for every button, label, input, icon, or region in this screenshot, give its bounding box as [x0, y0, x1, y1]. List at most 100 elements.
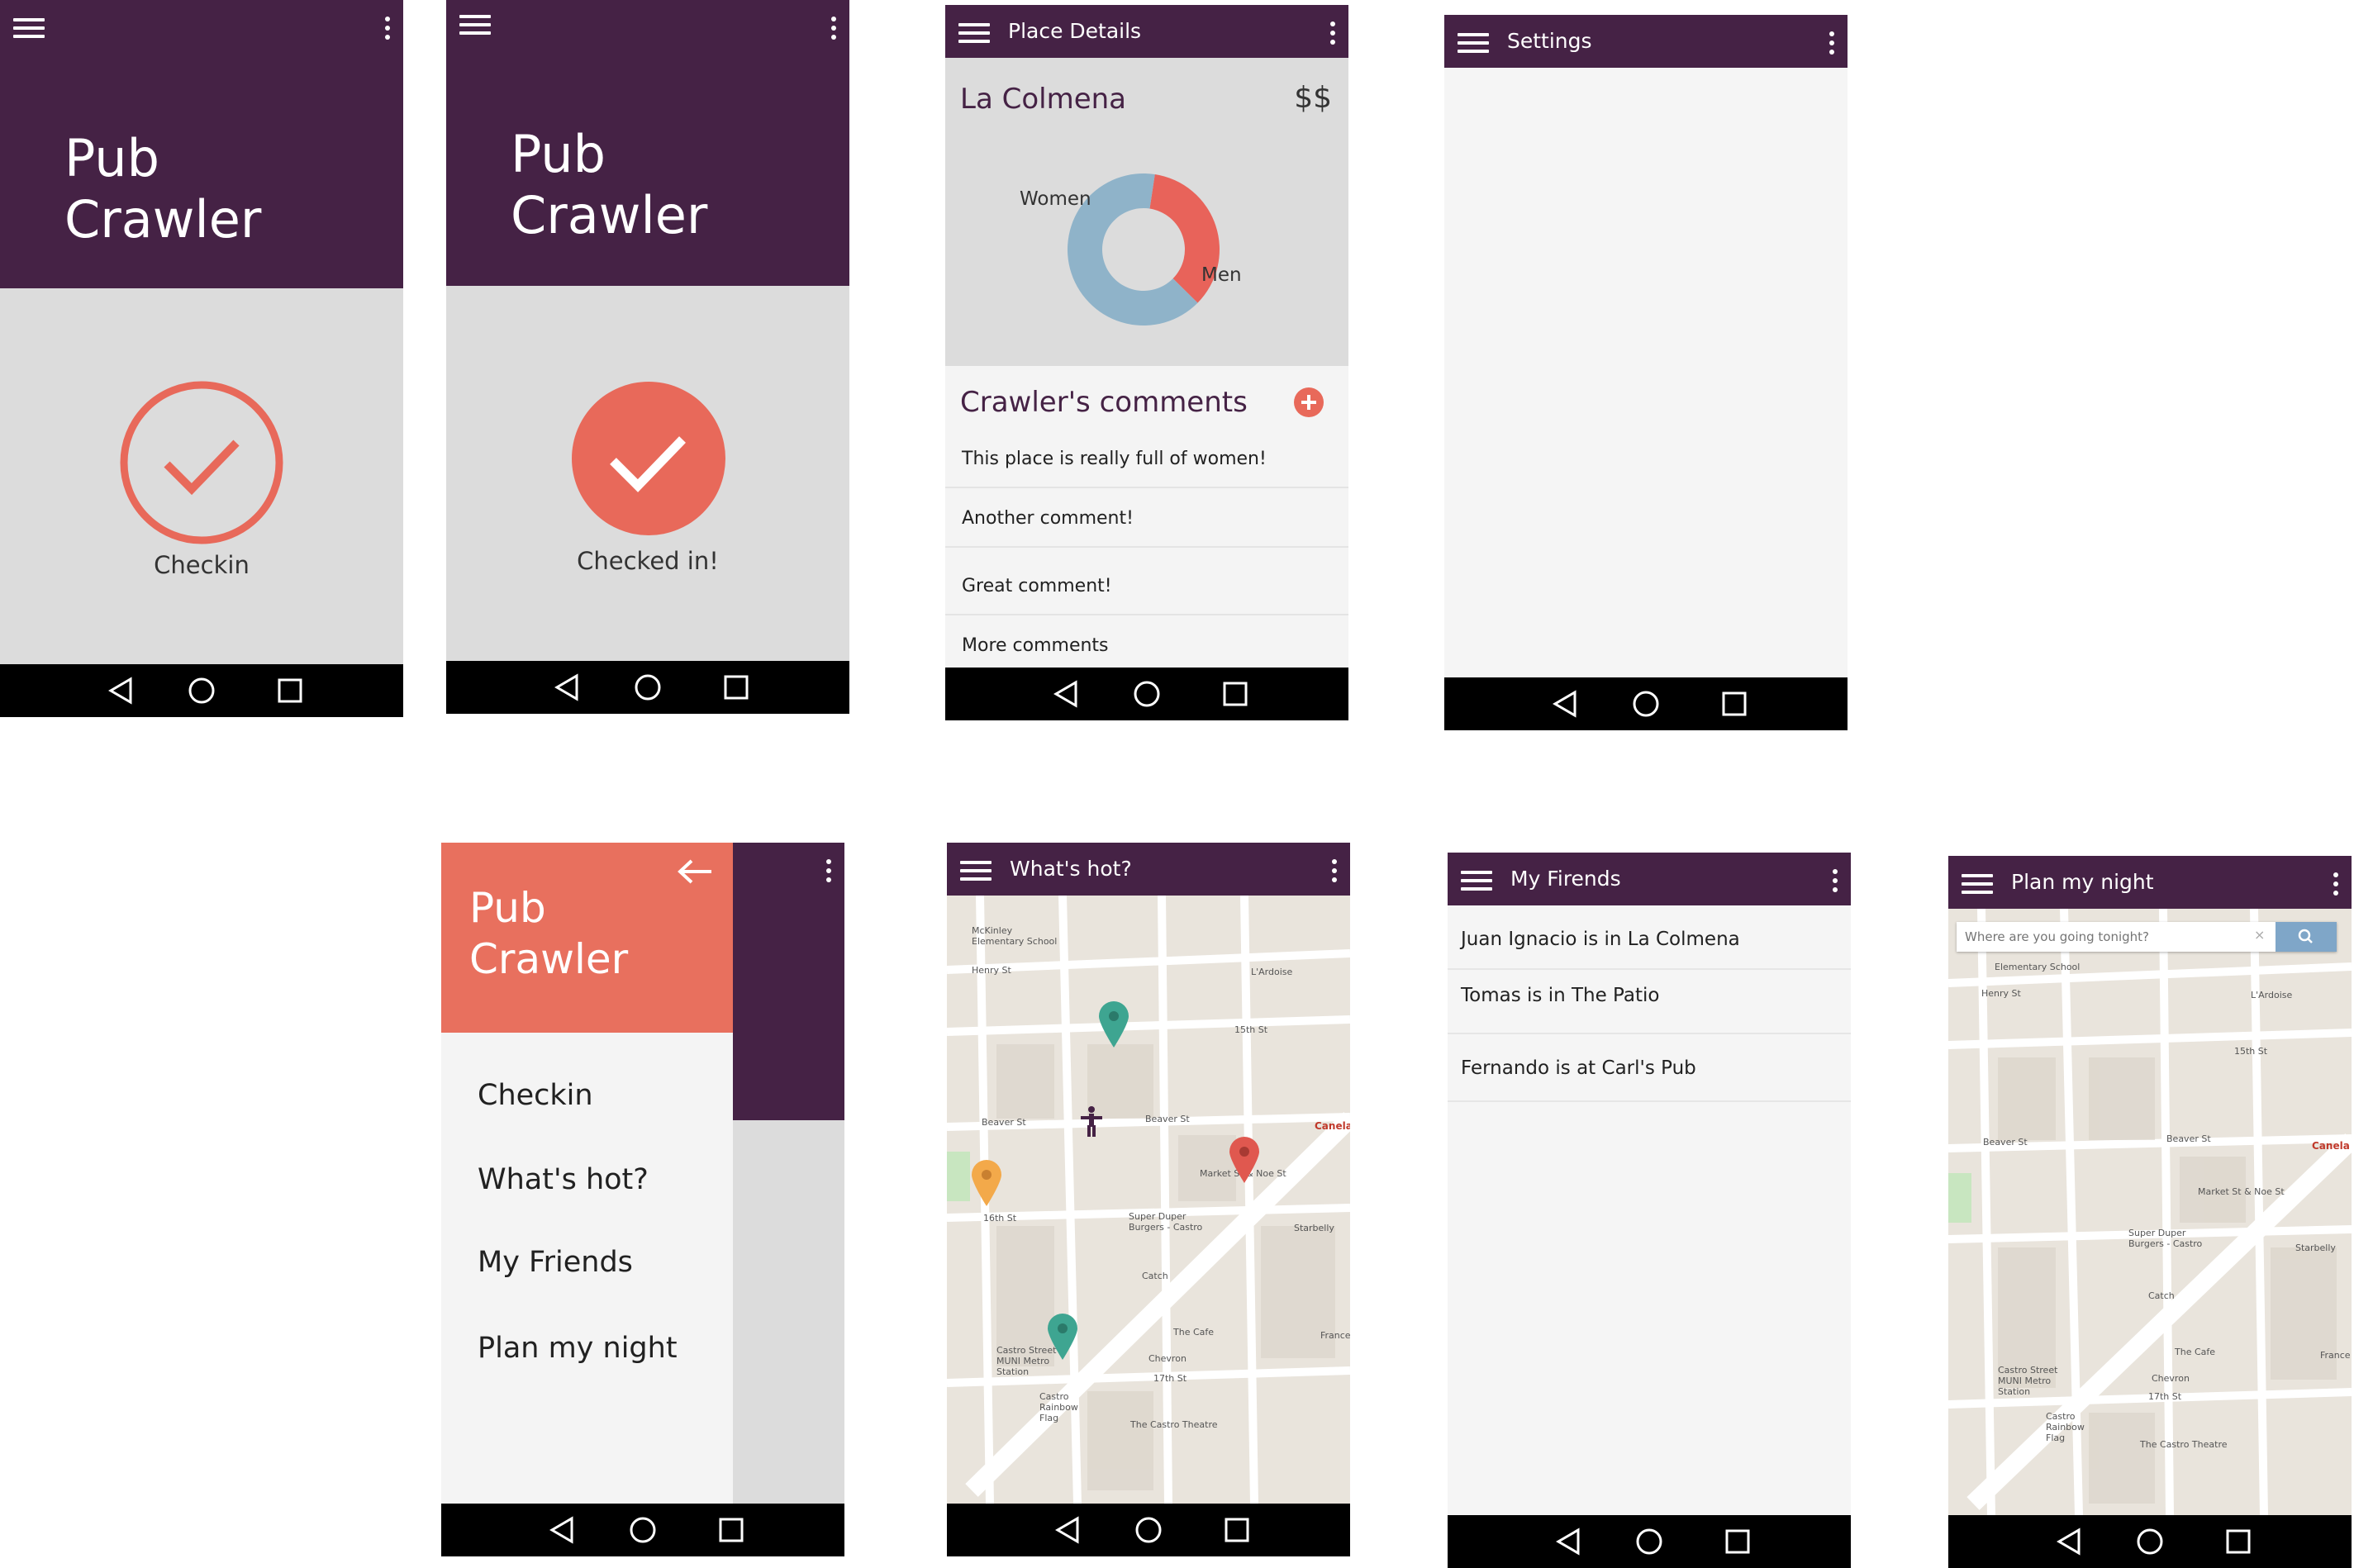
overflow-menu-icon[interactable] [1330, 21, 1335, 46]
recents-nav-icon[interactable] [716, 1515, 746, 1545]
home-nav-icon[interactable] [187, 676, 216, 706]
home-nav-icon[interactable] [1634, 1527, 1664, 1556]
back-nav-icon[interactable] [1550, 689, 1580, 719]
map-label: France [1320, 1330, 1350, 1341]
recents-nav-icon[interactable] [1222, 1515, 1252, 1545]
overflow-menu-icon[interactable] [1833, 869, 1838, 894]
back-nav-icon[interactable] [1053, 1515, 1082, 1545]
toolbar: My Firends [1448, 853, 1851, 905]
map-view[interactable]: Elementary School Henry St L'Ardoise 15t… [1948, 909, 2352, 1515]
drawer-item-checkin[interactable]: Checkin [478, 1079, 593, 1112]
toolbar-title: My Firends [1510, 867, 1621, 891]
map-label: Super Duper Burgers - Castro [2128, 1228, 2203, 1249]
home-nav-icon[interactable] [2135, 1527, 2165, 1556]
settings-content [1444, 68, 1848, 677]
map-label: The Cafe [1173, 1327, 1215, 1338]
nav-bar [446, 661, 849, 714]
map-label: 17th St [2148, 1391, 2182, 1402]
map-label: Chevron [2152, 1373, 2190, 1384]
back-nav-icon[interactable] [547, 1515, 577, 1545]
navigation-drawer: Pub Crawler Checkin What's hot? My Frien… [441, 843, 733, 1504]
recents-nav-icon[interactable] [1723, 1527, 1752, 1556]
screen-my-friends: My Firends Juan Ignacio is in La Colmena… [1448, 853, 1851, 1568]
arrow-back-icon[interactable] [677, 859, 713, 884]
back-nav-icon[interactable] [552, 672, 582, 702]
location-pin-icon[interactable] [1228, 1135, 1261, 1185]
map-label: Chevron [1148, 1353, 1187, 1364]
place-summary: La Colmena $$ Women Men [945, 58, 1348, 366]
back-nav-icon[interactable] [1051, 679, 1081, 709]
chart-label-women: Women [1020, 188, 1091, 210]
friends-list: Juan Ignacio is in La Colmena Tomas is i… [1448, 905, 1851, 1515]
recents-nav-icon[interactable] [721, 672, 751, 702]
map-label: France [2320, 1350, 2351, 1361]
overflow-menu-icon[interactable] [826, 859, 831, 884]
menu-icon[interactable] [1458, 33, 1489, 53]
price-level: $$ [1294, 81, 1332, 115]
add-comment-button[interactable] [1294, 387, 1324, 417]
home-nav-icon[interactable] [1132, 679, 1162, 709]
map-label: 16th St [983, 1213, 1017, 1224]
home-nav-icon[interactable] [628, 1515, 658, 1545]
menu-icon[interactable] [960, 861, 992, 881]
location-pin-icon[interactable] [1046, 1312, 1079, 1361]
menu-icon[interactable] [13, 18, 45, 38]
map-view[interactable]: McKinley Elementary School Henry St L'Ar… [947, 896, 1350, 1504]
toolbar-title: Place Details [1008, 19, 1142, 43]
menu-icon[interactable] [958, 23, 990, 43]
clear-icon[interactable]: × [2254, 927, 2265, 943]
recents-nav-icon[interactable] [1719, 689, 1749, 719]
list-item[interactable]: Fernando is at Carl's Pub [1448, 1034, 1851, 1102]
location-pin-icon[interactable] [1097, 1000, 1130, 1049]
drawer-item-whats-hot[interactable]: What's hot? [478, 1163, 649, 1196]
app-title: Pub Crawler [64, 128, 261, 250]
checkin-button[interactable] [117, 378, 286, 547]
recents-nav-icon[interactable] [275, 676, 305, 706]
map-label: Beaver St [1145, 1114, 1190, 1124]
checked-in-indicator[interactable] [570, 380, 727, 537]
drawer-item-my-friends[interactable]: My Friends [478, 1246, 633, 1279]
overflow-menu-icon[interactable] [1829, 31, 1834, 56]
map-label: 15th St [1234, 1024, 1268, 1035]
recents-nav-icon[interactable] [1220, 679, 1250, 709]
drawer-item-plan-my-night[interactable]: Plan my night [478, 1332, 678, 1365]
overflow-menu-icon[interactable] [2333, 872, 2338, 897]
toolbar: Plan my night [1948, 856, 2352, 909]
overflow-menu-icon[interactable] [831, 17, 836, 41]
menu-icon[interactable] [1461, 871, 1492, 891]
overflow-menu-icon[interactable] [385, 17, 390, 41]
app-title: Pub Crawler [511, 124, 707, 246]
home-nav-icon[interactable] [633, 672, 663, 702]
map-label: Beaver St [982, 1117, 1026, 1128]
map-label: Beaver St [2166, 1133, 2211, 1144]
check-icon [164, 440, 240, 496]
comment-item: Great comment! [945, 548, 1348, 615]
home-nav-icon[interactable] [1134, 1515, 1163, 1545]
toolbar: Place Details [945, 5, 1348, 58]
menu-icon[interactable] [459, 15, 491, 35]
overflow-menu-icon[interactable] [1332, 859, 1337, 884]
nav-bar [441, 1504, 844, 1556]
drawer-app-title: Pub Crawler [469, 882, 628, 985]
recents-nav-icon[interactable] [2223, 1527, 2253, 1556]
checked-in-label: Checked in! [577, 547, 719, 575]
home-nav-icon[interactable] [1631, 689, 1661, 719]
screen-plan-my-night: Plan my night Elementary School Henry St… [1948, 856, 2352, 1568]
list-item[interactable]: Juan Ignacio is in La Colmena [1448, 905, 1851, 970]
back-nav-icon[interactable] [2054, 1527, 2084, 1556]
search-button[interactable] [2276, 922, 2337, 952]
comments-title: Crawler's comments [960, 386, 1248, 419]
back-nav-icon[interactable] [106, 676, 136, 706]
menu-icon[interactable] [1962, 874, 1993, 894]
location-pin-icon[interactable] [970, 1158, 1003, 1208]
app-title-line2: Crawler [511, 185, 708, 245]
screen-checkin: Pub Crawler Checkin [0, 0, 403, 717]
map-label: Elementary School [1995, 962, 2081, 972]
toolbar-title: Plan my night [2011, 870, 2154, 894]
search-input[interactable] [1965, 927, 2213, 947]
screen-place-details: Place Details La Colmena $$ Women Men Cr… [945, 5, 1348, 720]
list-item[interactable]: Tomas is in The Patio [1448, 970, 1851, 1034]
friend-status: Tomas is in The Patio [1461, 985, 1660, 1006]
checkin-label: Checkin [154, 551, 250, 579]
back-nav-icon[interactable] [1553, 1527, 1583, 1556]
